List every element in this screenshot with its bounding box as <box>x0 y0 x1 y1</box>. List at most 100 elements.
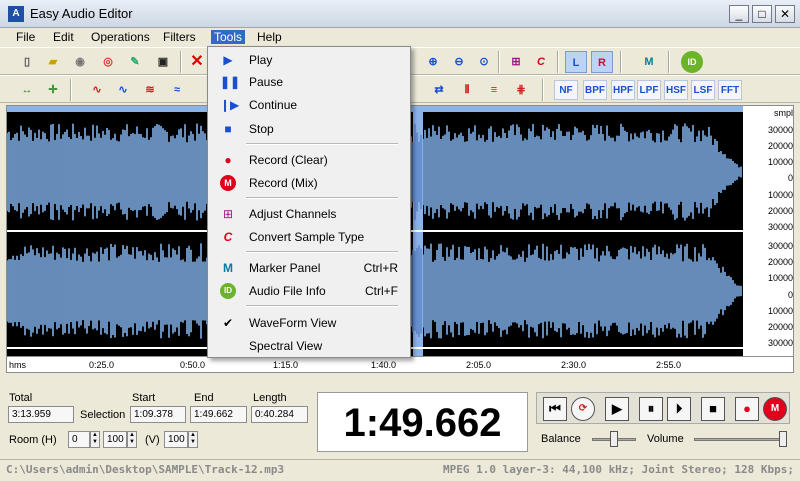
menu-item-pause[interactable]: ❚❚ Pause <box>208 71 410 93</box>
select-range-icon[interactable]: ↔ <box>16 79 38 101</box>
zoom-out-icon[interactable]: ⊖ <box>448 51 470 73</box>
end-field[interactable]: 1:49.662 <box>190 406 247 423</box>
close-button[interactable]: ✕ <box>775 5 795 23</box>
file-info-icon[interactable]: ID <box>681 51 703 73</box>
menu-help[interactable]: Help <box>257 30 282 44</box>
room-v-field[interactable]: 100 <box>164 431 188 448</box>
save-icon[interactable]: ▣ <box>152 51 174 73</box>
menu-item-audio-file-info[interactable]: ID Audio File Info Ctrl+F <box>208 280 410 302</box>
continue-button[interactable]: ⏵ <box>667 397 691 421</box>
ruler-tick: 2:55.0 <box>656 360 682 370</box>
marker-icon[interactable]: M <box>638 51 660 73</box>
window-title: Easy Audio Editor <box>30 6 133 21</box>
equalizer-icon[interactable]: ⫴ <box>456 79 478 101</box>
menu-item-convert-sample-type[interactable]: C Convert Sample Type <box>208 226 410 248</box>
menu-bar: File Edit Operations Filters Tools Help <box>0 28 800 47</box>
record-mix-button[interactable]: M <box>763 397 787 421</box>
record-file-icon[interactable]: ◎ <box>97 51 119 73</box>
normalize-icon[interactable]: ≈ <box>166 79 188 101</box>
open-folder-icon[interactable]: ▰ <box>42 51 64 73</box>
notch-filter-button[interactable]: NF <box>554 80 578 100</box>
reverse-icon[interactable]: ⇄ <box>428 79 450 101</box>
scale-label: 30000 <box>767 222 793 232</box>
app-icon: A <box>8 6 24 22</box>
menu-filters[interactable]: Filters <box>163 30 196 44</box>
menu-item-record-clear[interactable]: ● Record (Clear) <box>208 149 410 171</box>
length-field[interactable]: 0:40.284 <box>251 406 308 423</box>
play-from-cursor-button[interactable]: ⟳ <box>571 397 595 421</box>
file-info-icon: ID <box>220 283 236 299</box>
pause-button[interactable]: ⏸ <box>639 397 663 421</box>
menu-item-continue[interactable]: ❙▶ Continue <box>208 94 410 116</box>
menu-item-adjust-channels[interactable]: ⊞ Adjust Channels <box>208 203 410 225</box>
play-icon: ▶ <box>223 53 233 67</box>
menu-item-waveform-view[interactable]: ✔ WaveForm View <box>208 312 410 334</box>
left-channel-button[interactable]: L <box>565 51 587 73</box>
ruler-tick: 0:50.0 <box>180 360 206 370</box>
fft-button[interactable]: FFT <box>718 80 742 100</box>
right-channel-button[interactable]: R <box>591 51 613 73</box>
delete-icon[interactable]: ✕ <box>186 51 208 73</box>
echo-icon[interactable]: ≡ <box>483 79 505 101</box>
record-button[interactable]: ● <box>735 397 759 421</box>
menu-edit[interactable]: Edit <box>53 30 74 44</box>
adjust-channels-icon[interactable]: ⊞ <box>505 51 527 73</box>
checkmark-icon: ✔ <box>222 316 234 330</box>
adjust-channels-icon: ⊞ <box>222 207 234 221</box>
marker-icon: M <box>223 261 233 275</box>
chorus-icon[interactable]: ⋕ <box>510 79 532 101</box>
room-h-field[interactable]: 0 <box>68 431 90 448</box>
minimize-button[interactable]: _ <box>729 5 749 23</box>
highpass-filter-button[interactable]: HPF <box>611 80 635 100</box>
stop-button[interactable]: ■ <box>701 397 725 421</box>
edit-icon[interactable]: ✎ <box>124 51 146 73</box>
highshelf-filter-button[interactable]: HSF <box>664 80 688 100</box>
amplitude-scale: smpl 30000 20000 10000 0 10000 20000 300… <box>745 106 793 356</box>
current-time-display: 1:49.662 <box>317 392 528 452</box>
room-h-zoom-field[interactable]: 100 <box>103 431 127 448</box>
scale-label: 0 <box>787 290 793 300</box>
zoom-fit-icon[interactable]: ⊙ <box>473 51 495 73</box>
scale-label: 10000 <box>767 306 793 316</box>
fade-in-icon[interactable]: ∿ <box>86 79 108 101</box>
ruler-tick: 2:05.0 <box>466 360 492 370</box>
menu-item-stop[interactable]: ■ Stop <box>208 118 410 140</box>
menu-tools[interactable]: Tools <box>211 30 246 44</box>
menu-file[interactable]: File <box>16 30 35 44</box>
tools-dropdown-menu: ▶ Play ❚❚ Pause ❙▶ Continue ■ Stop ● Rec… <box>207 46 411 358</box>
record-icon: ● <box>224 153 232 167</box>
cursor-icon[interactable]: ✛ <box>42 79 64 101</box>
new-file-icon[interactable]: ▯ <box>16 51 38 73</box>
total-field: 3:13.959 <box>8 406 74 423</box>
transport-controls: ⏮ ⟳ ▶ ⏸ ⏵ ■ ● M <box>536 392 790 424</box>
room-h-zoom-spinner[interactable]: ▲ ▼ <box>127 431 137 448</box>
maximize-button[interactable]: □ <box>752 5 772 23</box>
cd-icon[interactable]: ◉ <box>69 51 91 73</box>
volume-slider-thumb[interactable] <box>779 431 788 447</box>
ruler-tick: 2:30.0 <box>561 360 587 370</box>
length-label: Length <box>253 392 287 404</box>
lowshelf-filter-button[interactable]: LSF <box>691 80 715 100</box>
volume-slider-track[interactable] <box>694 438 786 441</box>
zoom-in-icon[interactable]: ⊕ <box>422 51 444 73</box>
skip-start-button[interactable]: ⏮ <box>543 397 567 421</box>
amplify-icon[interactable]: ≋ <box>139 79 161 101</box>
menu-item-record-mix[interactable]: M Record (Mix) <box>208 172 410 194</box>
room-h-spinner[interactable]: ▲ ▼ <box>90 431 100 448</box>
pause-icon: ❚❚ <box>220 75 241 89</box>
time-ruler[interactable]: hms 0:25.0 0:50.0 1:15.0 1:40.0 2:05.0 2… <box>6 357 794 373</box>
bandpass-filter-button[interactable]: BPF <box>583 80 607 100</box>
balance-slider-thumb[interactable] <box>610 431 618 447</box>
start-field[interactable]: 1:09.378 <box>130 406 186 423</box>
menu-operations[interactable]: Operations <box>91 30 150 44</box>
convert-sample-icon[interactable]: C <box>530 51 552 73</box>
room-v-label: (V) <box>145 434 160 446</box>
menu-item-play[interactable]: ▶ Play <box>208 49 410 71</box>
menu-item-marker-panel[interactable]: M Marker Panel Ctrl+R <box>208 257 410 279</box>
menu-item-spectral-view[interactable]: Spectral View <box>208 335 410 357</box>
room-v-spinner[interactable]: ▲ ▼ <box>188 431 198 448</box>
lowpass-filter-button[interactable]: LPF <box>637 80 661 100</box>
play-button[interactable]: ▶ <box>605 397 629 421</box>
fade-out-icon[interactable]: ∿ <box>112 79 134 101</box>
scale-unit: smpl <box>773 108 793 118</box>
